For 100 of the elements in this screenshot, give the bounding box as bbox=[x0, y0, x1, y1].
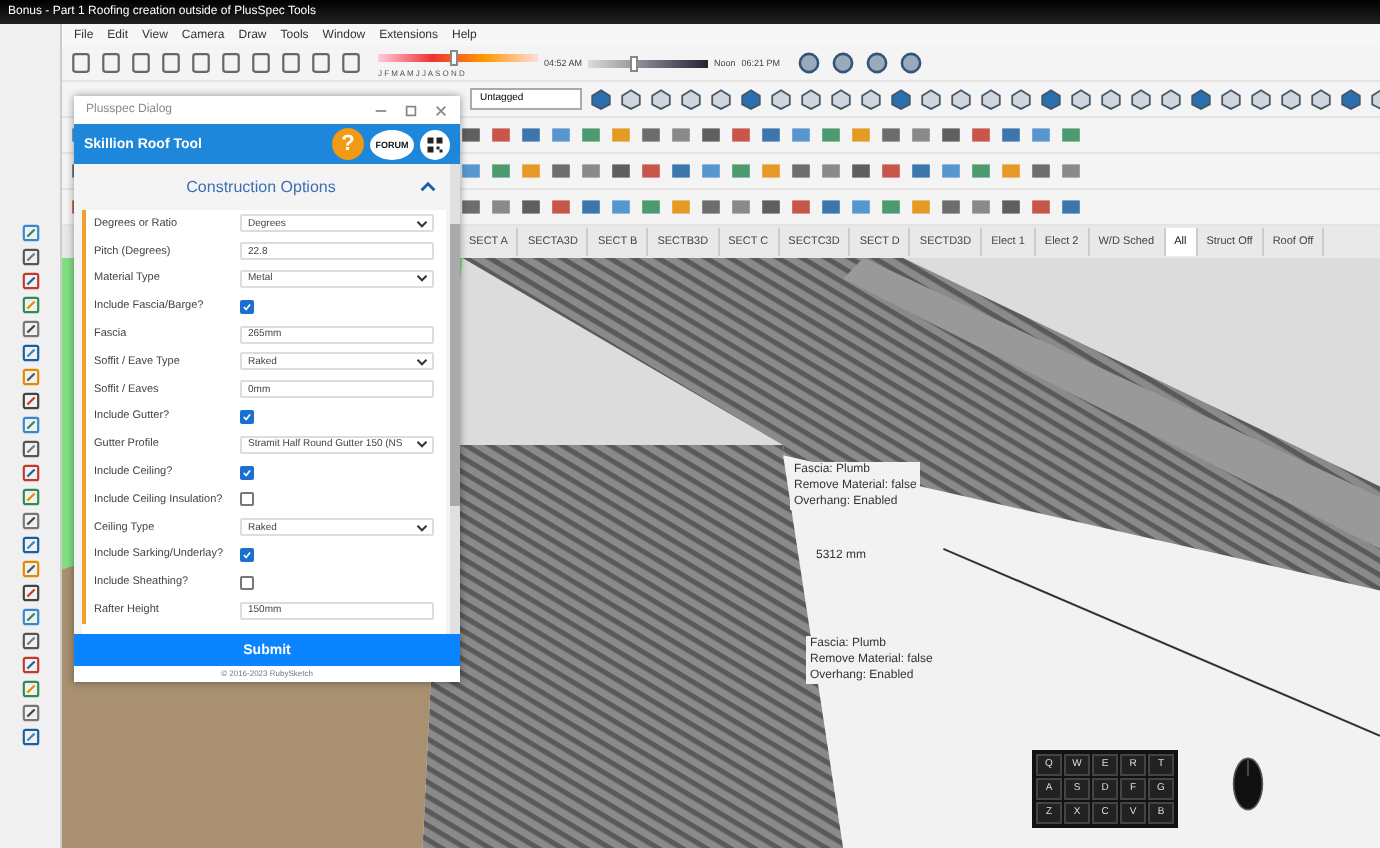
tool-icon[interactable] bbox=[21, 368, 39, 386]
tool-icon[interactable] bbox=[740, 88, 762, 110]
tool-icon[interactable] bbox=[21, 632, 39, 650]
tool-icon[interactable] bbox=[898, 50, 925, 76]
tool-icon[interactable] bbox=[1340, 88, 1362, 110]
slider-thumb[interactable] bbox=[630, 55, 639, 71]
tool-icon[interactable] bbox=[1000, 124, 1022, 146]
tool-icon[interactable] bbox=[130, 52, 152, 74]
tool-icon[interactable] bbox=[21, 512, 39, 530]
tool-icon[interactable] bbox=[640, 124, 662, 146]
tool-icon[interactable] bbox=[1030, 160, 1052, 182]
tool-icon[interactable] bbox=[550, 160, 572, 182]
tool-icon[interactable] bbox=[21, 464, 39, 482]
tool-icon[interactable] bbox=[650, 88, 672, 110]
tool-icon[interactable] bbox=[1070, 88, 1092, 110]
tool-icon[interactable] bbox=[940, 124, 962, 146]
tool-icon[interactable] bbox=[880, 124, 902, 146]
tool-icon[interactable] bbox=[940, 196, 962, 218]
tool-icon[interactable] bbox=[800, 88, 822, 110]
tool-icon[interactable] bbox=[770, 88, 792, 110]
tool-icon[interactable] bbox=[190, 52, 212, 74]
tool-icon[interactable] bbox=[980, 88, 1002, 110]
tool-icon[interactable] bbox=[1130, 88, 1152, 110]
tool-icon[interactable] bbox=[21, 704, 39, 722]
tool-icon[interactable] bbox=[700, 124, 722, 146]
tool-icon[interactable] bbox=[460, 196, 482, 218]
tool-icon[interactable] bbox=[21, 272, 39, 290]
tool-icon[interactable] bbox=[1100, 88, 1122, 110]
tool-icon[interactable] bbox=[460, 124, 482, 146]
tool-icon[interactable] bbox=[490, 124, 512, 146]
checkbox[interactable] bbox=[240, 492, 254, 507]
tool-icon[interactable] bbox=[910, 160, 932, 182]
maximize-icon[interactable] bbox=[404, 103, 418, 117]
tool-icon[interactable] bbox=[1040, 88, 1062, 110]
tool-icon[interactable] bbox=[670, 160, 692, 182]
tool-icon[interactable] bbox=[830, 50, 857, 76]
tool-icon[interactable] bbox=[1000, 196, 1022, 218]
tool-icon[interactable] bbox=[760, 124, 782, 146]
tool-icon[interactable] bbox=[730, 124, 752, 146]
close-icon[interactable] bbox=[434, 103, 448, 117]
tool-icon[interactable] bbox=[710, 88, 732, 110]
tool-icon[interactable] bbox=[970, 124, 992, 146]
tool-icon[interactable] bbox=[21, 392, 39, 410]
scrollbar[interactable] bbox=[450, 164, 460, 634]
tool-icon[interactable] bbox=[820, 196, 842, 218]
tool-icon[interactable] bbox=[100, 52, 122, 74]
slider-thumb[interactable] bbox=[450, 49, 458, 65]
time-slider[interactable] bbox=[588, 55, 709, 71]
tool-icon[interactable] bbox=[310, 52, 332, 74]
tool-icon[interactable] bbox=[864, 50, 891, 76]
tool-icon[interactable] bbox=[21, 728, 39, 746]
tool-icon[interactable] bbox=[21, 680, 39, 698]
tool-icon[interactable] bbox=[760, 196, 782, 218]
tool-icon[interactable] bbox=[920, 88, 942, 110]
checkbox[interactable] bbox=[240, 409, 254, 424]
tool-icon[interactable] bbox=[21, 320, 39, 338]
qr-code-icon[interactable] bbox=[420, 129, 450, 159]
tool-icon[interactable] bbox=[21, 584, 39, 602]
tool-icon[interactable] bbox=[790, 160, 812, 182]
tool-icon[interactable] bbox=[850, 160, 872, 182]
tool-icon[interactable] bbox=[640, 160, 662, 182]
tool-icon[interactable] bbox=[21, 656, 39, 674]
tool-icon[interactable] bbox=[70, 52, 92, 74]
tool-icon[interactable] bbox=[796, 50, 823, 76]
tool-icon[interactable] bbox=[21, 440, 39, 458]
tool-icon[interactable] bbox=[620, 88, 642, 110]
checkbox[interactable] bbox=[240, 299, 254, 314]
tool-icon[interactable] bbox=[1280, 88, 1302, 110]
tool-icon[interactable] bbox=[1220, 88, 1242, 110]
tool-icon[interactable] bbox=[790, 196, 812, 218]
tool-icon[interactable] bbox=[21, 560, 39, 578]
tool-icon[interactable] bbox=[1060, 196, 1082, 218]
tool-icon[interactable] bbox=[700, 196, 722, 218]
tool-icon[interactable] bbox=[280, 52, 302, 74]
tool-icon[interactable] bbox=[21, 296, 39, 314]
tool-icon[interactable] bbox=[890, 88, 912, 110]
shadow-slider[interactable] bbox=[378, 49, 538, 65]
tool-icon[interactable] bbox=[220, 52, 242, 74]
tool-icon[interactable] bbox=[250, 52, 272, 74]
tool-icon[interactable] bbox=[680, 88, 702, 110]
tool-icon[interactable] bbox=[340, 52, 362, 74]
tool-icon[interactable] bbox=[21, 248, 39, 266]
tool-icon[interactable] bbox=[520, 124, 542, 146]
tool-icon[interactable] bbox=[1160, 88, 1182, 110]
tool-icon[interactable] bbox=[21, 488, 39, 506]
checkbox[interactable] bbox=[240, 547, 254, 562]
tool-icon[interactable] bbox=[1010, 88, 1032, 110]
tool-icon[interactable] bbox=[880, 160, 902, 182]
tool-icon[interactable] bbox=[590, 88, 612, 110]
tool-icon[interactable] bbox=[950, 88, 972, 110]
tool-icon[interactable] bbox=[830, 88, 852, 110]
tool-icon[interactable] bbox=[860, 88, 882, 110]
tool-icon[interactable] bbox=[21, 536, 39, 554]
tool-icon[interactable] bbox=[610, 160, 632, 182]
checkbox[interactable] bbox=[240, 465, 254, 480]
checkbox[interactable] bbox=[240, 575, 254, 590]
caret-icon[interactable] bbox=[420, 181, 436, 191]
tool-icon[interactable] bbox=[520, 196, 542, 218]
tool-icon[interactable] bbox=[1250, 88, 1272, 110]
tool-icon[interactable] bbox=[580, 196, 602, 218]
